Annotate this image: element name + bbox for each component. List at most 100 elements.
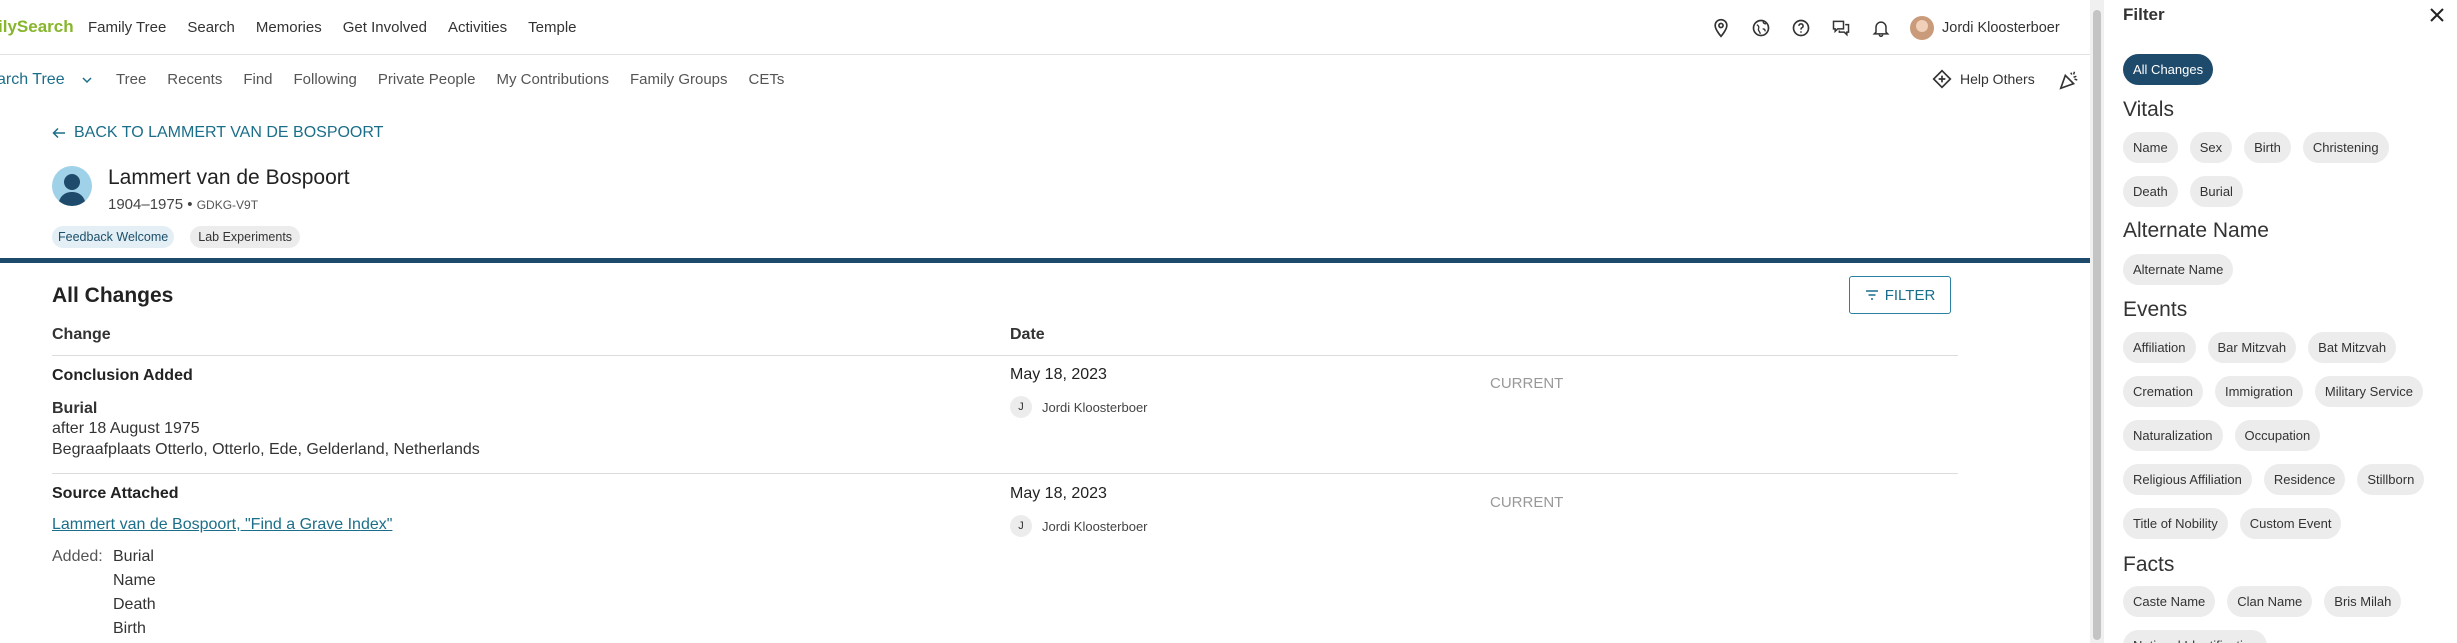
chip-death[interactable]: Death	[2123, 176, 2178, 207]
column-header-date: Date	[1010, 326, 1045, 343]
chip-christening[interactable]: Christening	[2302, 132, 2389, 163]
chip-alternate-name[interactable]: Alternate Name	[2123, 254, 2234, 285]
meta-separator: •	[187, 196, 193, 213]
nav-get-involved[interactable]: Get Involved	[343, 19, 427, 36]
chip-national-identification[interactable]: National Identification	[2123, 630, 2268, 643]
chip-bat-mitzvah[interactable]: Bat Mitzvah	[2308, 332, 2397, 363]
help-others-button[interactable]: Help Others	[1932, 69, 2035, 89]
chip-immigration[interactable]: Immigration	[2214, 376, 2303, 407]
back-link-label: BACK TO LAMMERT VAN DE BOSPOORT	[74, 124, 384, 141]
filter-panel: Filter All Changes Vitals Name Sex Birth…	[2104, 0, 2457, 643]
header-rule	[52, 355, 1958, 356]
subnav-following[interactable]: Following	[294, 71, 357, 88]
nav-family-tree[interactable]: Family Tree	[88, 19, 166, 36]
scrollbar-thumb[interactable]	[2093, 10, 2101, 640]
vitals-chips: Name Sex Birth Christening Death Burial	[2123, 132, 2453, 220]
help-others-label: Help Others	[1960, 71, 2035, 87]
close-icon[interactable]	[2428, 6, 2446, 24]
added-item: Burial	[113, 548, 154, 565]
party-popper-icon[interactable]	[2058, 69, 2080, 91]
chevron-down-icon[interactable]	[82, 75, 92, 85]
main-area: ilySearch Family Tree Search Memories Ge…	[0, 0, 2090, 643]
person-silhouette-icon	[58, 174, 86, 206]
subnav-find[interactable]: Find	[243, 71, 272, 88]
facts-chips: Caste Name Clan Name Bris Milah National…	[2123, 586, 2453, 643]
bell-icon[interactable]	[1870, 17, 1892, 39]
nav-memories[interactable]: Memories	[256, 19, 322, 36]
contributor-avatar: J	[1010, 396, 1032, 418]
lab-experiments-badge[interactable]: Lab Experiments	[190, 226, 301, 248]
chip-name[interactable]: Name	[2123, 132, 2178, 163]
chip-cremation[interactable]: Cremation	[2123, 376, 2203, 407]
chip-bar-mitzvah[interactable]: Bar Mitzvah	[2207, 332, 2297, 363]
user-name[interactable]: Jordi Kloosterboer	[1942, 20, 2060, 36]
feedback-welcome-badge[interactable]: Feedback Welcome	[52, 226, 175, 248]
familysearch-logo[interactable]: ilySearch	[0, 17, 74, 37]
chip-religious-affiliation[interactable]: Religious Affiliation	[2123, 464, 2252, 495]
chip-occupation[interactable]: Occupation	[2234, 420, 2321, 451]
back-to-person-link[interactable]: BACK TO LAMMERT VAN DE BOSPOORT	[52, 124, 383, 142]
user-avatar[interactable]	[1910, 16, 1934, 40]
top-nav-links: Family Tree Search Memories Get Involved…	[88, 19, 598, 36]
nav-temple[interactable]: Temple	[528, 19, 576, 36]
help-others-icon	[1932, 69, 1952, 89]
subnav-cets[interactable]: CETs	[749, 71, 785, 88]
chip-all-changes[interactable]: All Changes	[2123, 54, 2214, 85]
column-header-change: Change	[52, 326, 111, 343]
globe-icon[interactable]	[1750, 17, 1772, 39]
nav-search[interactable]: Search	[187, 19, 235, 36]
person-years: 1904–1975	[108, 196, 184, 213]
subnav-recents[interactable]: Recents	[167, 71, 222, 88]
person-id: GDKG-V9T	[196, 198, 259, 212]
chip-title-of-nobility[interactable]: Title of Nobility	[2123, 508, 2228, 539]
chip-burial[interactable]: Burial	[2189, 176, 2243, 207]
chip-caste-name[interactable]: Caste Name	[2123, 586, 2216, 617]
source-link[interactable]: Lammert van de Bospoort, "Find a Grave I…	[52, 516, 392, 534]
location-pin-icon[interactable]	[1710, 17, 1732, 39]
chip-birth[interactable]: Birth	[2244, 132, 2291, 163]
change-detail-line: after 18 August 1975	[52, 420, 200, 437]
chat-icon[interactable]	[1830, 17, 1852, 39]
chip-sex[interactable]: Sex	[2189, 132, 2233, 163]
added-label: Added:	[52, 548, 103, 565]
subnav-private-people[interactable]: Private People	[378, 71, 476, 88]
person-name: Lammert van de Bospoort	[108, 166, 350, 189]
row-rule	[52, 473, 1958, 474]
contributor[interactable]: J Jordi Kloosterboer	[1010, 515, 1148, 537]
events-chips: Affiliation Bar Mitzvah Bat Mitzvah Crem…	[2123, 332, 2453, 552]
sub-nav-links: Tree Recents Find Following Private Peop…	[116, 71, 805, 88]
subnav-tree[interactable]: Tree	[116, 71, 146, 88]
added-item: Death	[113, 596, 156, 613]
chip-clan-name[interactable]: Clan Name	[2227, 586, 2313, 617]
filter-button-label: FILTER	[1884, 286, 1936, 304]
chip-stillborn[interactable]: Stillborn	[2357, 464, 2425, 495]
nav-activities[interactable]: Activities	[448, 19, 507, 36]
chip-naturalization[interactable]: Naturalization	[2123, 420, 2223, 451]
header-divider	[0, 258, 2090, 263]
help-icon[interactable]	[1790, 17, 1812, 39]
change-date: May 18, 2023	[1010, 366, 1107, 383]
all-changes-chips: All Changes	[2123, 54, 2453, 98]
sub-nav: arch Tree Tree Recents Find Following Pr…	[0, 55, 2090, 105]
family-tree-menu[interactable]: arch Tree	[0, 71, 65, 89]
status-label: CURRENT	[1490, 375, 1564, 392]
chip-bris-milah[interactable]: Bris Milah	[2324, 586, 2402, 617]
filter-panel-title: Filter	[2123, 5, 2165, 24]
chip-military-service[interactable]: Military Service	[2314, 376, 2424, 407]
chip-residence[interactable]: Residence	[2263, 464, 2346, 495]
arrow-left-icon	[52, 127, 65, 139]
contributor-avatar: J	[1010, 515, 1032, 537]
filter-button[interactable]: FILTER	[1849, 276, 1951, 314]
section-heading-alternate-name: Alternate Name	[2123, 219, 2269, 242]
chip-custom-event[interactable]: Custom Event	[2239, 508, 2342, 539]
change-detail-title: Burial	[52, 400, 98, 417]
badges: Feedback Welcome Lab Experiments	[52, 226, 301, 248]
chip-affiliation[interactable]: Affiliation	[2123, 332, 2196, 363]
subnav-family-groups[interactable]: Family Groups	[630, 71, 728, 88]
main-scrollbar[interactable]	[2090, 0, 2104, 643]
contributor-name: Jordi Kloosterboer	[1042, 518, 1148, 534]
person-avatar[interactable]	[52, 166, 92, 206]
section-heading-events: Events	[2123, 298, 2188, 321]
subnav-my-contributions[interactable]: My Contributions	[496, 71, 609, 88]
contributor[interactable]: J Jordi Kloosterboer	[1010, 396, 1148, 418]
